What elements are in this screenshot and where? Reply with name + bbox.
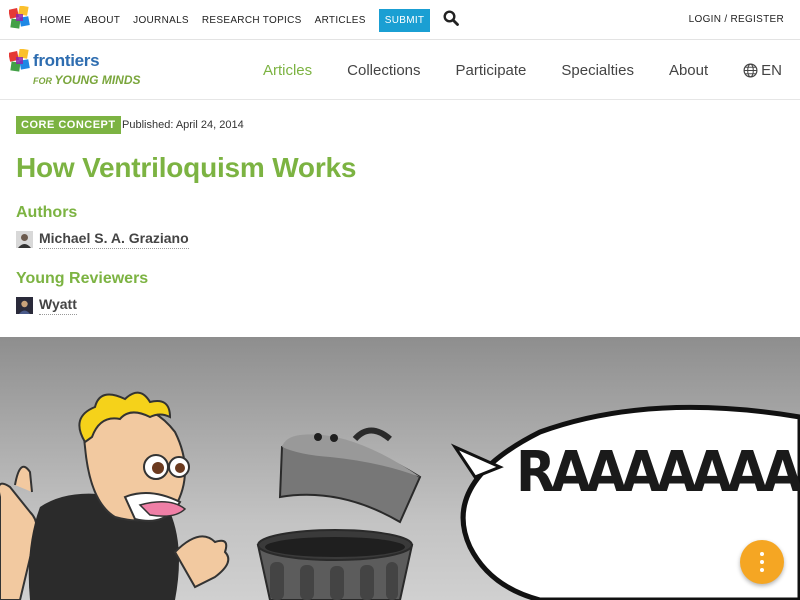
login-register-link[interactable]: LOGIN / REGISTER (689, 14, 784, 25)
language-selector[interactable]: EN (743, 62, 782, 79)
nav-specialties[interactable]: Specialties (561, 62, 634, 79)
brand-name[interactable]: frontiers (33, 51, 100, 71)
top-nav-about[interactable]: ABOUT (84, 15, 120, 26)
more-options-button[interactable] (740, 540, 784, 584)
top-nav-articles[interactable]: ARTICLES (315, 15, 366, 26)
article-type-badge[interactable]: CORE CONCEPT (16, 116, 121, 134)
reviewer-entry[interactable]: Wyatt (16, 296, 77, 315)
brand-subtitle-text: YOUNG MINDS (54, 73, 141, 87)
brand-bar: frontiers FOR YOUNG MINDS Articles Colle… (0, 40, 800, 100)
top-nav: HOME ABOUT JOURNALS RESEARCH TOPICS ARTI… (40, 0, 460, 40)
author-avatar (16, 231, 33, 248)
article-title: How Ventriloquism Works (16, 152, 357, 183)
reviewers-heading: Young Reviewers (16, 270, 149, 287)
frontiers-for-young-minds-logo-icon[interactable] (9, 49, 31, 75)
top-utility-bar: HOME ABOUT JOURNALS RESEARCH TOPICS ARTI… (0, 0, 800, 40)
brand-subtitle: FOR YOUNG MINDS (33, 73, 141, 87)
top-nav-home[interactable]: HOME (40, 15, 71, 26)
reviewer-name[interactable]: Wyatt (39, 296, 77, 315)
authors-heading: Authors (16, 204, 78, 221)
frontiers-logo-icon[interactable] (9, 6, 31, 32)
more-vertical-icon (760, 552, 764, 556)
more-vertical-icon-dot (760, 568, 764, 572)
cartoon-person (0, 391, 230, 600)
search-icon[interactable] (443, 10, 460, 26)
nav-about[interactable]: About (669, 62, 708, 79)
author-name[interactable]: Michael S. A. Graziano (39, 230, 189, 249)
nav-collections[interactable]: Collections (347, 62, 420, 79)
reviewer-avatar (16, 297, 33, 314)
top-nav-journals[interactable]: JOURNALS (133, 15, 189, 26)
submit-button[interactable]: SUBMIT (378, 8, 431, 32)
main-nav: Articles Collections Participate Special… (263, 40, 800, 100)
language-label: EN (761, 61, 782, 79)
top-nav-research-topics[interactable]: RESEARCH TOPICS (202, 15, 302, 26)
trash-can (256, 427, 422, 600)
nav-participate[interactable]: Participate (456, 62, 527, 79)
more-vertical-icon-dot (760, 560, 764, 564)
globe-icon (743, 63, 758, 77)
author-entry[interactable]: Michael S. A. Graziano (16, 230, 189, 249)
published-date: Published: April 24, 2014 (122, 119, 244, 131)
brand-subtitle-prefix: FOR (33, 76, 55, 86)
nav-articles[interactable]: Articles (263, 62, 312, 79)
speech-balloon-text: RAAAAAAAA (516, 440, 800, 505)
